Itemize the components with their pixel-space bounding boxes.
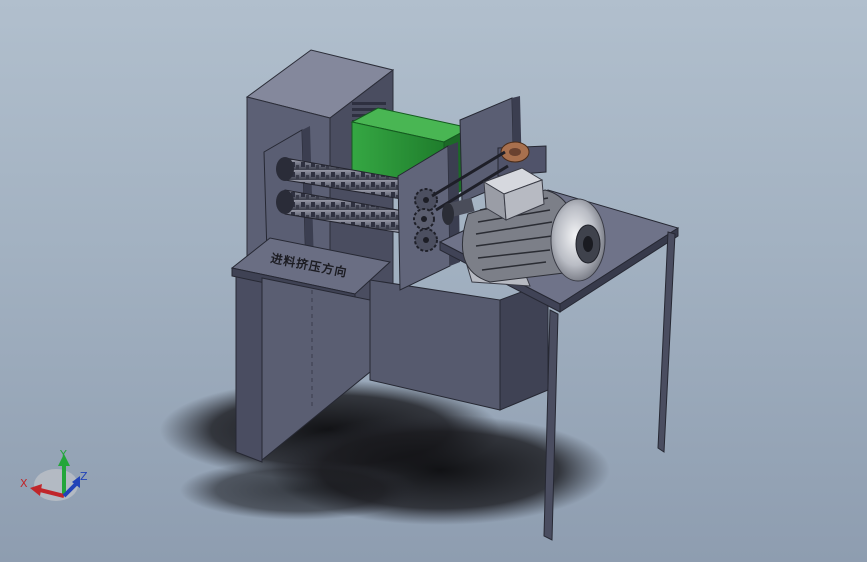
triad-z-label: Z: [80, 470, 88, 483]
coordinate-triad[interactable]: Y X Z: [20, 448, 88, 501]
motor-fan-cover[interactable]: [550, 198, 606, 282]
left-side-board[interactable]: [235, 267, 263, 463]
cad-viewport[interactable]: 进料挤压方向 Y X Z: [0, 0, 867, 562]
triad-x-label: X: [20, 477, 28, 490]
ground-shadow: [160, 380, 610, 525]
triad-y-label: Y: [59, 448, 67, 461]
machine-model[interactable]: 进料挤压方向 Y X Z: [0, 0, 867, 562]
gear-train[interactable]: [413, 188, 438, 252]
copper-pulley[interactable]: [500, 141, 530, 163]
